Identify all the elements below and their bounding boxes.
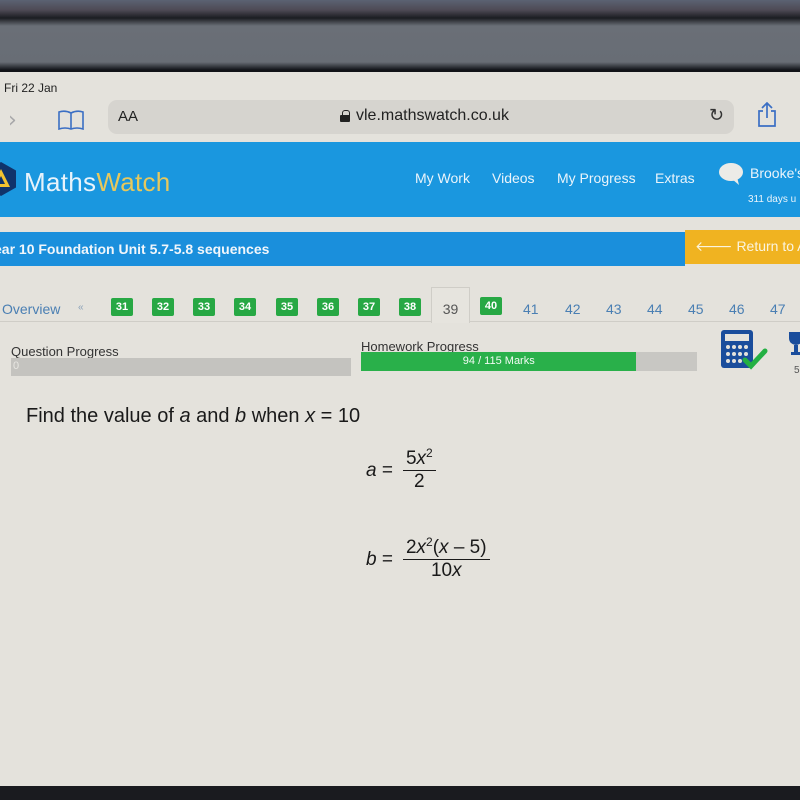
return-to-assignments-button[interactable]: 🡐 Return to Assig <box>685 230 800 264</box>
device-bezel-bottom <box>0 786 800 800</box>
question-tab-41[interactable]: 41 <box>523 301 539 317</box>
address-bar[interactable]: AA vle.mathswatch.co.uk ↻ <box>108 100 734 134</box>
question-text: Find the value of a and b when x = 10 <box>26 405 361 427</box>
site-logo[interactable]: MathsWatch <box>24 167 171 198</box>
question-tab-33[interactable]: 33 <box>193 298 215 316</box>
equation-b: b = 2x2(x – 5) 10x <box>366 536 490 582</box>
equation-a: a = 5x2 2 <box>366 447 436 493</box>
return-label: Return to Assig <box>736 238 800 254</box>
ipad-screen: Fri 22 Jan › AA vle.mathswatch.co.uk ↻ M… <box>0 72 800 788</box>
trophy-icon[interactable] <box>786 330 800 360</box>
mathswatch-logo-icon[interactable] <box>0 162 16 196</box>
nav-my-work[interactable]: My Work <box>415 170 470 186</box>
question-tab-38[interactable]: 38 <box>399 298 421 316</box>
text-size-button[interactable]: AA <box>118 108 138 125</box>
tab-overview[interactable]: Overview <box>2 301 60 317</box>
nav-videos[interactable]: Videos <box>492 170 535 186</box>
brand-watch: Watch <box>96 167 171 197</box>
reload-icon[interactable]: ↻ <box>709 105 724 126</box>
question-tabs: Overview « 31 32 33 34 35 36 37 38 39 40… <box>0 282 800 323</box>
question-tab-36[interactable]: 36 <box>317 298 339 316</box>
forward-icon[interactable]: › <box>8 108 17 133</box>
question-tab-44[interactable]: 44 <box>647 301 663 317</box>
question-tab-40[interactable]: 40 <box>480 297 502 315</box>
assignment-title: ear 10 Foundation Unit 5.7-5.8 sequences <box>0 241 270 257</box>
user-name[interactable]: Brooke's <box>750 165 800 181</box>
assignment-bar: ear 10 Foundation Unit 5.7-5.8 sequences <box>0 232 685 266</box>
question-tab-46[interactable]: 46 <box>729 301 745 317</box>
status-date: Fri 22 Jan <box>4 81 58 95</box>
question-tab-45[interactable]: 45 <box>688 301 704 317</box>
days-remaining: 311 days u <box>748 194 797 205</box>
question-progress-bar: 0 <box>11 358 351 376</box>
question-tab-43[interactable]: 43 <box>606 301 622 317</box>
question-tab-37[interactable]: 37 <box>358 298 380 316</box>
lock-icon <box>340 110 350 122</box>
trophy-count: 5 <box>794 365 800 376</box>
question-tab-31[interactable]: 31 <box>111 298 133 316</box>
question-progress-label: Question Progress <box>11 344 119 359</box>
calculator-allowed-icon[interactable] <box>720 329 768 371</box>
question-tab-47[interactable]: 47 <box>770 301 786 317</box>
bookmarks-icon[interactable] <box>58 110 84 130</box>
homework-progress-text: 94 / 115 Marks <box>462 355 535 367</box>
site-header: MathsWatch My Work Videos My Progress Ex… <box>0 142 800 217</box>
previous-page-icon[interactable]: « <box>78 302 84 313</box>
url-text: vle.mathswatch.co.uk <box>356 107 509 124</box>
share-icon[interactable] <box>756 102 778 128</box>
question-tab-39-active[interactable]: 39 <box>431 287 470 323</box>
arrow-left-icon: 🡐 <box>695 238 733 254</box>
question-tab-35[interactable]: 35 <box>276 298 298 316</box>
chat-bubble-icon[interactable] <box>718 162 744 186</box>
nav-my-progress[interactable]: My Progress <box>557 170 636 186</box>
question-progress-value: 0 <box>13 360 20 372</box>
question-tab-34[interactable]: 34 <box>234 298 256 316</box>
brand-maths: Maths <box>24 167 97 197</box>
question-tab-42[interactable]: 42 <box>565 301 581 317</box>
question-tab-32[interactable]: 32 <box>152 298 174 316</box>
device-bezel-top <box>0 0 800 72</box>
homework-progress-bar: 94 / 115 Marks <box>361 352 697 371</box>
nav-extras[interactable]: Extras <box>655 170 695 186</box>
url-display[interactable]: vle.mathswatch.co.uk <box>340 107 509 125</box>
